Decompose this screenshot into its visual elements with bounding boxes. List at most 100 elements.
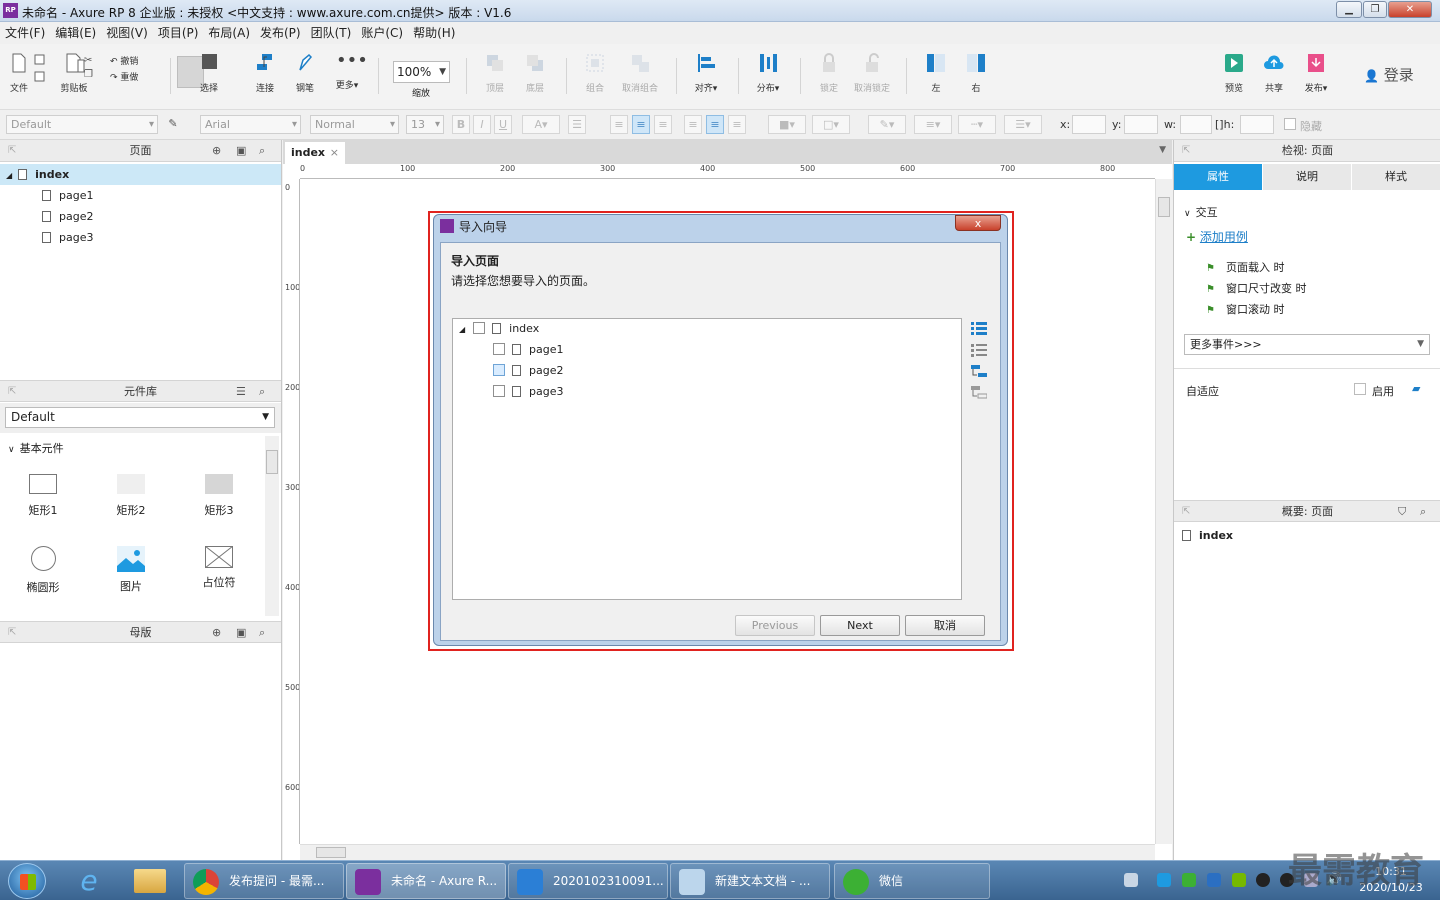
pin-icon[interactable]: ⇱ xyxy=(1182,140,1190,162)
tab-style[interactable]: 样式 xyxy=(1352,164,1440,190)
login-button[interactable]: 👤 登录 xyxy=(1364,64,1414,85)
font-select[interactable]: Arial xyxy=(200,115,301,134)
cancel-button[interactable]: 取消 xyxy=(905,615,985,636)
checkbox[interactable] xyxy=(493,364,505,376)
line-color-button[interactable]: ✎▾ xyxy=(868,115,906,134)
file-button[interactable]: 文件 xyxy=(6,52,32,94)
widget-rect2[interactable]: 矩形2 xyxy=(101,474,161,518)
page-item-page1[interactable]: page1 xyxy=(0,185,281,206)
checkbox[interactable] xyxy=(493,343,505,355)
share-button[interactable]: 共享 xyxy=(1259,52,1289,94)
align-button[interactable]: 对齐▾ xyxy=(690,52,722,94)
nvidia-tray-icon[interactable] xyxy=(1232,873,1246,887)
adaptive-settings-icon[interactable]: ▰ xyxy=(1412,382,1420,395)
task-axure[interactable]: 未命名 - Axure R... xyxy=(346,863,506,899)
tab-index[interactable]: index × xyxy=(285,142,345,164)
ungroup-button[interactable]: 取消组合 xyxy=(618,52,662,94)
menu-file[interactable]: 文件(F) xyxy=(0,22,50,44)
select-button[interactable]: 选择 xyxy=(180,52,238,94)
canvas-vertical-scrollbar[interactable] xyxy=(1155,179,1172,844)
menu-icon[interactable]: ☰ xyxy=(236,381,246,403)
font-size-select[interactable]: 13 xyxy=(406,115,444,134)
event-page-load[interactable]: ⚑ 页面载入 时 xyxy=(1206,259,1285,275)
widget-placeholder[interactable]: 占位符 xyxy=(189,546,249,590)
deselect-children-icon[interactable] xyxy=(971,385,987,399)
menu-publish[interactable]: 发布(P) xyxy=(255,22,306,44)
maximize-button[interactable]: ❐ xyxy=(1363,1,1387,18)
pin-icon[interactable]: ⇱ xyxy=(8,140,16,162)
more-button[interactable]: ••• 更多▾ xyxy=(330,52,368,92)
search-icon[interactable]: ⌕ xyxy=(1420,501,1426,523)
lock-button[interactable]: 锁定 xyxy=(814,52,844,94)
tree-item-page3[interactable]: page3 xyxy=(493,382,563,402)
valign-top-button[interactable]: ≡ xyxy=(684,115,702,134)
outline-item-index[interactable]: index xyxy=(1182,529,1233,542)
fill-color-button[interactable]: ■▾ xyxy=(768,115,806,134)
add-case-link[interactable]: + 添加用例 xyxy=(1186,228,1248,245)
bullet-list-button[interactable]: ☰ xyxy=(568,115,586,134)
add-page-icon[interactable]: ⊕ xyxy=(212,140,221,162)
menu-account[interactable]: 账户(C) xyxy=(356,22,408,44)
interaction-section[interactable]: ∨ 交互 xyxy=(1184,204,1218,220)
unlock-button[interactable]: 取消锁定 xyxy=(852,52,892,94)
pin-icon[interactable]: ⇱ xyxy=(8,381,16,403)
menu-help[interactable]: 帮助(H) xyxy=(408,22,460,44)
line-style-button[interactable]: ┄▾ xyxy=(958,115,996,134)
tab-properties[interactable]: 属性 xyxy=(1174,164,1263,190)
widget-rect3[interactable]: 矩形3 xyxy=(189,474,249,518)
pen-button[interactable]: 钢笔 xyxy=(290,52,320,94)
tree-item-page1[interactable]: page1 xyxy=(493,340,563,360)
wechat-tray-icon[interactable] xyxy=(1182,873,1196,887)
close-tab-icon[interactable]: × xyxy=(330,142,339,164)
shadow-button[interactable]: □▾ xyxy=(812,115,850,134)
more-events-select[interactable]: 更多事件>>> ▼ xyxy=(1184,334,1430,355)
add-folder-icon[interactable]: ▣ xyxy=(236,622,246,644)
distribute-button[interactable]: 分布▾ xyxy=(752,52,784,94)
task-notepad[interactable]: 新建文本文档 - ... xyxy=(670,863,830,899)
collapse-icon[interactable]: ◢ xyxy=(459,325,465,334)
dialog-close-button[interactable]: x xyxy=(955,215,1001,231)
left-panel-toggle[interactable]: 左 xyxy=(922,52,950,94)
style-edit-icon[interactable]: ✎ xyxy=(164,115,182,134)
keyboard-tray-icon[interactable] xyxy=(1124,873,1138,887)
next-button[interactable]: Next xyxy=(820,615,900,636)
bold-button[interactable]: B xyxy=(452,115,470,134)
page-item-page3[interactable]: page3 xyxy=(0,227,281,248)
x-input[interactable] xyxy=(1072,115,1106,134)
align-text-left-button[interactable]: ≡ xyxy=(610,115,628,134)
library-scrollbar[interactable] xyxy=(265,436,279,616)
menu-edit[interactable]: 编辑(E) xyxy=(50,22,101,44)
page-item-page2[interactable]: page2 xyxy=(0,206,281,227)
undo-button[interactable]: ↶ 撤销 xyxy=(110,54,138,70)
align-text-right-button[interactable]: ≡ xyxy=(654,115,672,134)
previous-button[interactable]: Previous xyxy=(735,615,815,636)
hide-checkbox[interactable] xyxy=(1284,118,1296,130)
widget-rect1[interactable]: 矩形1 xyxy=(13,474,73,518)
page-item-index[interactable]: ◢ index xyxy=(0,164,281,185)
send-bottom-button[interactable]: 底层 xyxy=(520,52,550,94)
add-master-icon[interactable]: ⊕ xyxy=(212,622,221,644)
task-wechat[interactable]: 微信 xyxy=(834,863,990,899)
widget-image[interactable]: 图片 xyxy=(101,546,161,594)
right-panel-toggle[interactable]: 右 xyxy=(962,52,990,94)
task-video[interactable]: 2020102310091... xyxy=(508,863,668,899)
search-icon[interactable]: ⌕ xyxy=(259,622,265,644)
y-input[interactable] xyxy=(1124,115,1158,134)
connect-button[interactable]: 连接 xyxy=(250,52,280,94)
start-button[interactable] xyxy=(8,863,46,899)
event-window-scroll[interactable]: ⚑ 窗口滚动 时 xyxy=(1206,301,1285,317)
library-select[interactable]: Default ▼ xyxy=(5,407,275,428)
zoom-select[interactable]: 100% ▼ xyxy=(393,61,450,83)
menu-layout[interactable]: 布局(A) xyxy=(203,22,255,44)
pin-icon[interactable]: ⇱ xyxy=(1182,501,1190,523)
save-icon[interactable] xyxy=(34,54,46,84)
arrow-style-button[interactable]: ☰▾ xyxy=(1004,115,1042,134)
menu-view[interactable]: 视图(V) xyxy=(101,22,153,44)
publish-button[interactable]: 发布▾ xyxy=(1298,52,1334,94)
tab-notes[interactable]: 说明 xyxy=(1263,164,1352,190)
adaptive-enable-checkbox[interactable] xyxy=(1354,383,1366,395)
bring-top-button[interactable]: 顶层 xyxy=(480,52,510,94)
lock-ratio-icon[interactable]: [] xyxy=(1215,118,1224,131)
qq-tray-icon[interactable] xyxy=(1256,873,1270,887)
filter-icon[interactable]: ⛉ xyxy=(1398,501,1406,523)
